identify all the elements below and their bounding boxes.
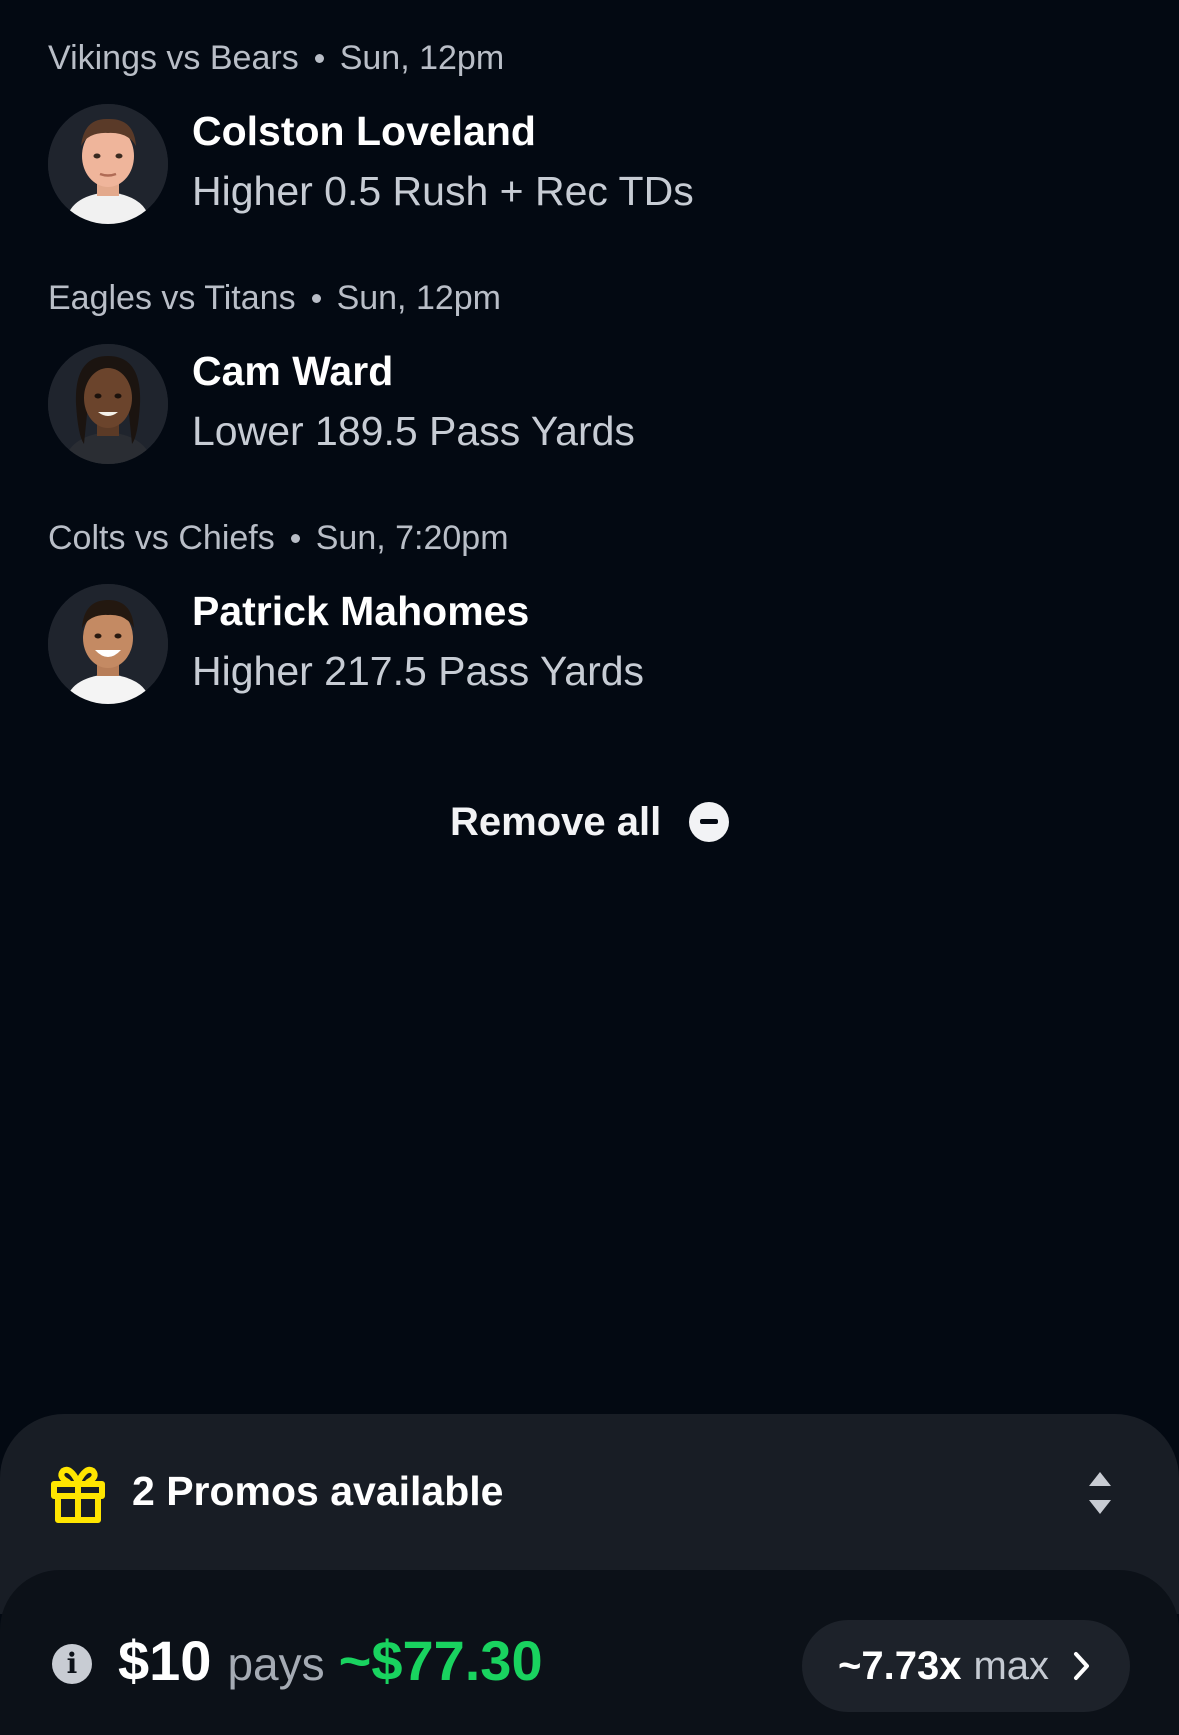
matchup-label: Eagles vs Titans <box>48 278 296 317</box>
stake-amount: $10 <box>118 1629 212 1692</box>
matchup-label: Vikings vs Bears <box>48 38 299 77</box>
expand-toggle-icon[interactable] <box>1087 1470 1113 1516</box>
pick-meta: Eagles vs Titans Sun, 12pm <box>48 274 501 322</box>
game-time: Sun, 7:20pm <box>315 518 509 557</box>
promos-label: 2 Promos available <box>132 1468 504 1514</box>
player-name: Patrick Mahomes <box>192 588 530 634</box>
matchup-label: Colts vs Chiefs <box>48 518 275 557</box>
player-avatar <box>48 344 168 464</box>
chevron-right-icon <box>1074 1652 1089 1680</box>
pick-card[interactable]: Colts vs Chiefs Sun, 7:20pm Patrick Maho… <box>48 480 1128 704</box>
payout-amount: ~$77.30 <box>338 1629 543 1692</box>
entry-screen: Vikings vs Bears Sun, 12pm Colston Lovel… <box>0 0 1179 1735</box>
separator-dot <box>314 53 324 63</box>
pays-label: pays <box>227 1638 325 1690</box>
prop-line: Higher 0.5 Rush + Rec TDs <box>192 168 694 214</box>
multiplier-suffix: max <box>973 1643 1050 1688</box>
info-icon[interactable]: i <box>52 1644 92 1684</box>
pick-card[interactable]: Eagles vs Titans Sun, 12pm Cam Ward Lowe… <box>48 240 1128 464</box>
remove-all-label: Remove all <box>450 799 662 844</box>
multiplier-button[interactable]: ~7.73x max <box>802 1620 1130 1712</box>
prop-line: Higher 217.5 Pass Yards <box>192 648 645 694</box>
player-name: Cam Ward <box>192 348 394 394</box>
pick-meta: Colts vs Chiefs Sun, 7:20pm <box>48 514 509 562</box>
payout-summary: $10 pays ~$77.30 <box>118 1628 543 1700</box>
player-avatar <box>48 584 168 704</box>
player-avatar <box>48 104 168 224</box>
game-time: Sun, 12pm <box>339 38 505 77</box>
separator-dot <box>290 533 300 543</box>
pick-card[interactable]: Vikings vs Bears Sun, 12pm Colston Lovel… <box>48 0 1128 224</box>
pick-meta: Vikings vs Bears Sun, 12pm <box>48 34 504 82</box>
minus-circle-icon <box>689 802 730 842</box>
player-name: Colston Loveland <box>192 108 536 154</box>
prop-line: Lower 189.5 Pass Yards <box>192 408 635 454</box>
separator-dot <box>311 293 321 303</box>
remove-all-button[interactable]: Remove all <box>450 792 730 852</box>
game-time: Sun, 12pm <box>336 278 502 317</box>
multiplier-value: ~7.73x <box>838 1643 962 1688</box>
gift-icon <box>50 1462 106 1524</box>
